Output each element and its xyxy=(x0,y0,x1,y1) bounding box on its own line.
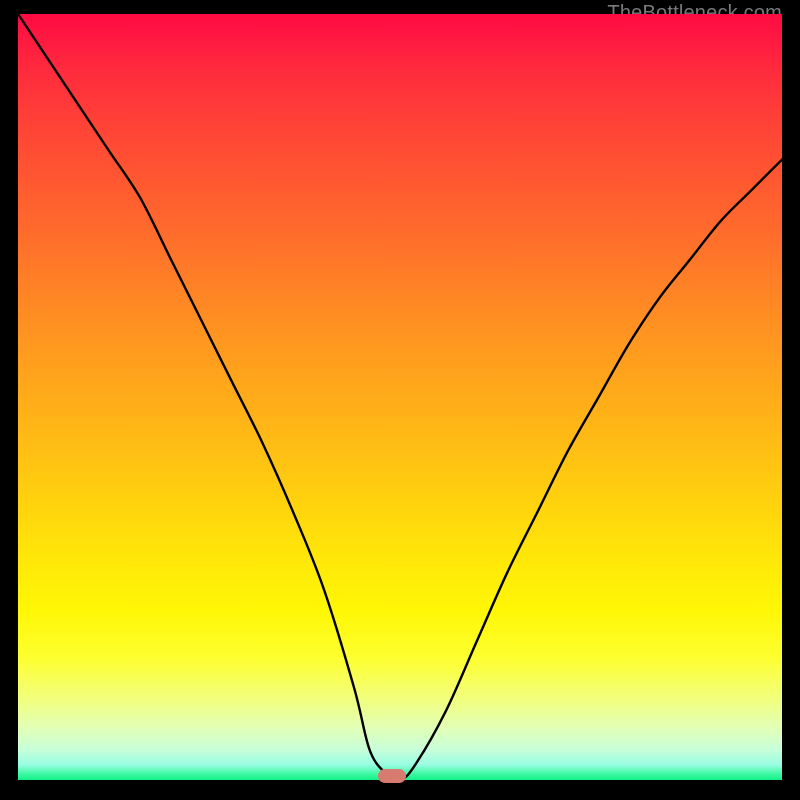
curve-layer xyxy=(18,14,782,780)
bottleneck-curve-path xyxy=(18,14,782,780)
chart-stage: TheBottleneck.com xyxy=(0,0,800,800)
min-marker xyxy=(378,769,406,783)
plot-area xyxy=(18,14,782,780)
